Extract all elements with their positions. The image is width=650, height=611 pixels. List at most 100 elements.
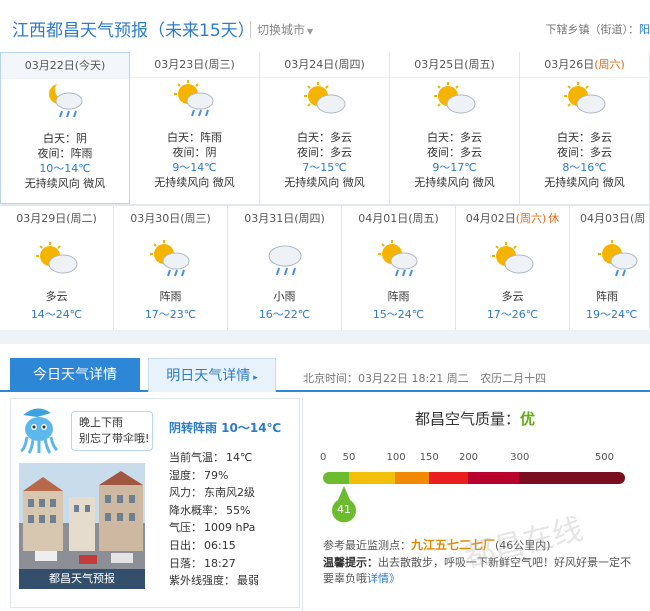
- forecast-weekday: (周四): [334, 58, 365, 71]
- forecast-temp: 14～24℃: [30, 308, 83, 321]
- forecast-weekday: (周五): [408, 212, 439, 225]
- stat-value: 18:27: [204, 556, 236, 570]
- forecast-date: 04月01日: [358, 212, 409, 225]
- stat-value: 79%: [204, 468, 229, 482]
- sub-district-links: 下辖乡镇（街道）：阳: [546, 21, 650, 37]
- details-link[interactable]: 详情》: [367, 572, 400, 585]
- sun-cloud-icon: [491, 242, 533, 274]
- time-info: 北京时间：03月22日 18:21 周二 农历二月十四: [303, 370, 554, 386]
- forecast-date: 03月24日: [284, 58, 335, 71]
- stat-value: 1009 hPa: [204, 521, 256, 535]
- aqi-band: [467, 472, 520, 484]
- forecast-wind: 无持续风向 微风: [544, 176, 625, 189]
- today-condition: 阴转阵雨 10～14℃: [169, 421, 282, 435]
- aqi-band: [395, 472, 429, 484]
- sun-cloud-icon: [303, 82, 345, 114]
- stat-value: 东南风2级: [204, 486, 255, 500]
- sub-district-link[interactable]: 阳: [639, 23, 650, 36]
- chevron-right-icon: ▸: [253, 373, 258, 383]
- stat-label: 湿度：: [169, 468, 202, 482]
- forecast-day[interactable]: 04月03日(周 阵雨 19～24℃: [570, 206, 650, 330]
- forecast-cond: 小雨: [273, 290, 296, 303]
- forecast-temp: 17～23℃: [144, 308, 197, 321]
- octopus-mascot-icon: [20, 408, 58, 454]
- forecast-night-cond: 夜间：阴: [172, 146, 217, 159]
- forecast-day[interactable]: 04月01日(周五) 阵雨 15～24℃: [342, 206, 456, 330]
- forecast-weekday: (周五): [464, 58, 495, 71]
- forecast-date: 03月29日: [16, 212, 67, 225]
- stat-label: 风力：: [169, 486, 202, 500]
- sun-cloud-rain-icon: [149, 240, 189, 277]
- forecast-weekday: (周: [630, 212, 646, 225]
- stat-value: 55%: [226, 503, 251, 517]
- forecast-wind: 无持续风向 微风: [154, 176, 235, 189]
- lunar-date: 农历二月十四: [480, 372, 547, 385]
- forecast-night-cond: 夜间：阵雨: [37, 147, 93, 160]
- stat-label: 当前气温：: [169, 451, 224, 464]
- stat-value: 06:15: [204, 538, 236, 552]
- forecast-date: 04月02日: [465, 212, 516, 225]
- forecast-date: 03月23日: [154, 58, 205, 71]
- forecast-day[interactable]: 03月23日(周三) 白天：阵雨 夜间：阴 9～14℃ 无持续风向 微风: [130, 52, 260, 204]
- section-gap: [0, 330, 650, 344]
- forecast-day[interactable]: 03月26日(周六) 白天：多云 夜间：多云 8～16℃ 无持续风向 微风: [520, 52, 650, 204]
- stat-label: 日出：: [169, 538, 202, 552]
- forecast-weekday: (周三): [204, 58, 235, 71]
- reminder-line-2: 别忘了带伞哦!: [79, 432, 150, 445]
- forecast-temp: 15～24℃: [372, 308, 425, 321]
- stat-row: 降水概率： 55%: [169, 502, 259, 520]
- switch-city-button[interactable]: 切换城市 ▼: [250, 21, 313, 38]
- aqi-band: [428, 472, 468, 484]
- forecast-day[interactable]: 03月31日(周四) 小雨 16～22℃: [228, 206, 342, 330]
- forecast-weekday: (今天): [74, 59, 106, 72]
- forecast-temp: 19～24℃: [586, 308, 638, 321]
- forecast-wind: 无持续风向 微风: [414, 176, 495, 189]
- forecast-date: 04月03日: [580, 212, 630, 225]
- page-title: 江西都昌天气预报（未来15天）: [12, 21, 255, 41]
- city-photo: 都昌天气预报: [19, 463, 145, 589]
- forecast-day[interactable]: 03月22日(今天) 白天：阴 夜间：阵雨 10～14℃ 无持续风向 微风: [0, 52, 130, 204]
- forecast-weekday: (周四): [294, 212, 325, 225]
- forecast-day-cond: 白天：阴: [43, 132, 87, 145]
- air-quality-title: 都昌空气质量：优: [415, 410, 536, 428]
- tab-tomorrow-detail[interactable]: 明日天气详情 ▸: [148, 358, 276, 392]
- forecast-day[interactable]: 03月25日(周五) 白天：多云 夜间：多云 9～17℃ 无持续风向 微风: [390, 52, 520, 204]
- sun-cloud-rain-icon: [377, 240, 417, 277]
- forecast-day[interactable]: 03月24日(周四) 白天：多云 夜间：多云 7～15℃ 无持续风向 微风: [260, 52, 390, 204]
- forecast-day[interactable]: 04月02日(周六) 休 多云 17～26℃: [456, 206, 570, 330]
- forecast-weekday: (周三): [180, 212, 211, 225]
- forecast-temp: 9～14℃: [172, 161, 217, 174]
- aqi-scale-label: 100: [386, 452, 406, 463]
- beijing-time: 北京时间：03月22日 18:21 周二: [303, 372, 469, 385]
- forecast-day[interactable]: 03月30日(周三) 阵雨 17～23℃: [114, 206, 228, 330]
- forecast-temp: 9～17℃: [432, 161, 477, 174]
- forecast-date: 03月31日: [244, 212, 295, 225]
- tab-tomorrow-label: 明日天气详情: [166, 368, 251, 384]
- cloud-rain-icon: [268, 245, 301, 276]
- holiday-badge: 休: [548, 212, 560, 225]
- aqi-scale-label: 50: [342, 452, 356, 463]
- tab-today-detail[interactable]: 今日天气详情: [10, 358, 140, 392]
- forecast-date: 03月22日: [24, 59, 75, 72]
- forecast-day[interactable]: 03月29日(周二) 多云 14～24℃: [0, 206, 114, 330]
- forecast-cond: 阵雨: [596, 290, 618, 303]
- aqi-scale-label: 300: [510, 452, 530, 463]
- stat-row: 日落： 18:27: [169, 555, 259, 573]
- air-quality-level: 优: [520, 410, 536, 428]
- today-detail-panel: 晚上下雨 别忘了带伞哦! 阴转阵雨 10～14℃ 都昌天气预报 当前气温： 14℃…: [10, 398, 300, 608]
- switch-city-label: 切换城市: [257, 23, 306, 37]
- stat-label: 降水概率：: [169, 503, 224, 517]
- sub-district-label: 下辖乡镇（街道）：: [545, 23, 640, 36]
- forecast-temp: 8～16℃: [562, 161, 607, 174]
- forecast-wind: 无持续风向 微风: [284, 176, 365, 189]
- stat-label: 日落：: [169, 556, 202, 570]
- forecast-wind: 无持续风向 微风: [24, 177, 106, 190]
- forecast-weekday: (周六): [594, 58, 625, 71]
- aqi-scale-label: 200: [458, 452, 479, 463]
- moon-cloud-rain-icon: [49, 81, 83, 118]
- aqi-band: [323, 472, 349, 484]
- forecast-temp: 16～22℃: [258, 308, 311, 321]
- page-header: 江西都昌天气预报（未来15天） 切换城市 ▼ 下辖乡镇（街道）：阳: [0, 0, 650, 58]
- forecast-temp: 17～26℃: [486, 308, 539, 321]
- stat-row: 日出： 06:15: [169, 537, 259, 555]
